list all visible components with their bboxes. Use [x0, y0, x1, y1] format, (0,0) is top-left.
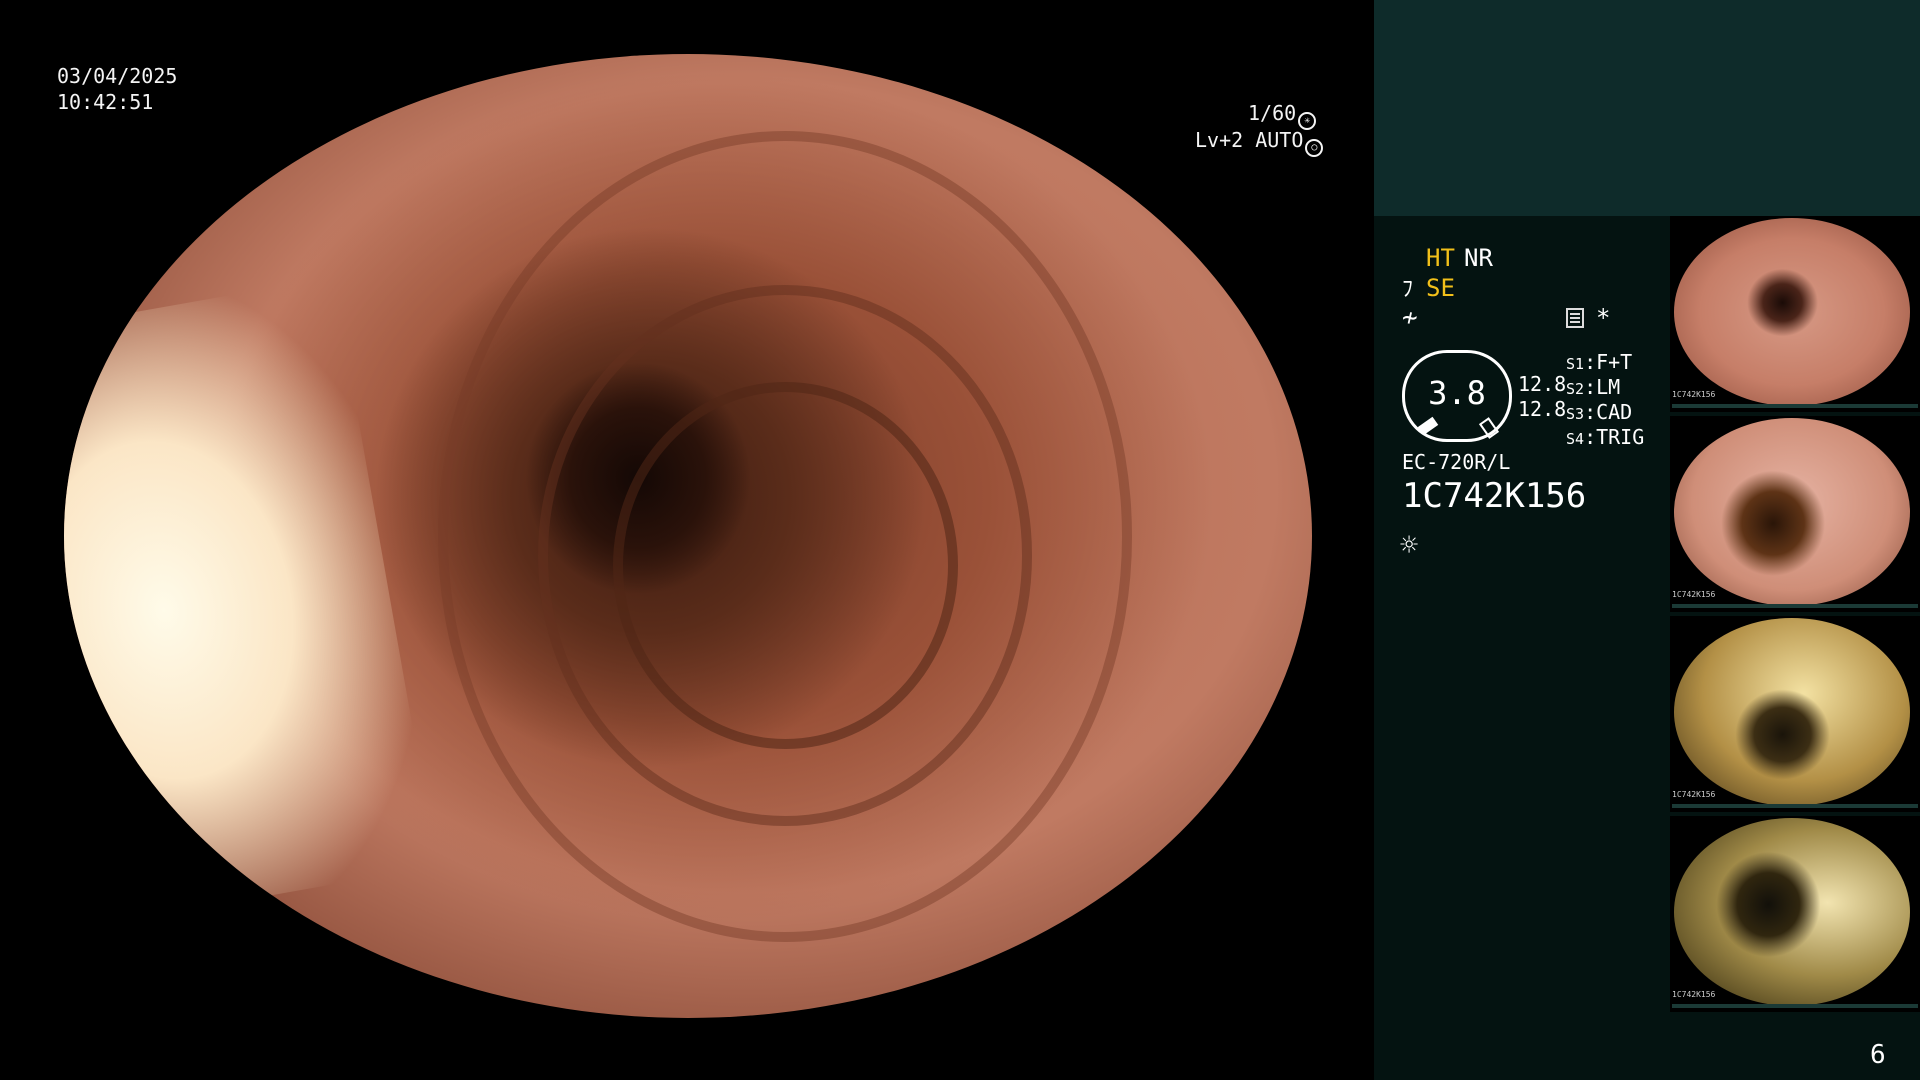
switch-1: S1:F+T	[1566, 350, 1632, 377]
thumbnail-image	[1674, 818, 1910, 1006]
mucosal-fold	[613, 381, 958, 749]
switch-1-key: S1	[1566, 355, 1585, 373]
switch-3-key: S3	[1566, 405, 1585, 423]
shutter-speed: 1/60 ✳	[1248, 100, 1317, 130]
time-display: 10:42:51	[57, 90, 154, 114]
thumbnail-label: 1C742K156	[1672, 390, 1716, 399]
switch-1-value: :F+T	[1584, 350, 1633, 374]
thumbnail[interactable]: 1C742K156	[1670, 616, 1920, 812]
thumbnail[interactable]: 1C742K156	[1670, 416, 1920, 612]
gauge-marker-outline	[1478, 417, 1500, 439]
switch-2: S2:LM	[1566, 375, 1620, 402]
switch-2-key: S2	[1566, 380, 1585, 398]
switch-4: S4:TRIG	[1566, 425, 1644, 452]
freeze-icon: ≁	[1402, 303, 1418, 333]
value-bottom: 12.8	[1518, 397, 1567, 421]
scope-model: EC-720R/L	[1402, 450, 1511, 474]
info-side-panel: HT NR ﾌ SE ≁ * 3.8 12.8 12.8 S1:F+T S2:L…	[1374, 0, 1920, 1080]
thumbnail-bar	[1672, 404, 1918, 408]
thumbnail-image	[1674, 418, 1910, 606]
endoscopic-image	[64, 54, 1312, 1018]
thumbnail[interactable]: 1C742K156	[1670, 216, 1920, 412]
thumbnail-bar	[1672, 804, 1918, 808]
switch-3-value: :CAD	[1584, 400, 1633, 424]
date-display: 03/04/2025	[57, 64, 178, 88]
switch-4-key: S4	[1566, 430, 1585, 448]
switch-2-value: :LM	[1584, 375, 1621, 399]
endoscopy-main-view: 03/04/2025 10:42:51 1/60 ✳ Lv+2 AUTO ○	[0, 0, 1374, 1080]
gauge-marker-filled	[1417, 416, 1439, 436]
thumbnail-bar	[1672, 1004, 1918, 1008]
thumbnail-bar	[1672, 604, 1918, 608]
value-top: 12.8	[1518, 372, 1567, 396]
thumbnail-image	[1674, 618, 1910, 806]
se-indicator: SE	[1426, 274, 1455, 302]
zoom-gauge: 3.8	[1402, 350, 1512, 442]
gauge-value: 3.8	[1428, 374, 1486, 412]
level-value: Lv+2 AUTO	[1195, 128, 1304, 152]
document-icon	[1566, 308, 1584, 328]
scope-serial: 1C742K156	[1402, 476, 1587, 516]
nr-indicator: NR	[1464, 244, 1493, 272]
light-icon: ☼	[1400, 528, 1419, 563]
side-panel-header	[1374, 0, 1920, 216]
shutter-value: 1/60	[1248, 101, 1297, 125]
page-number: 6	[1870, 1040, 1886, 1070]
thumbnail-label: 1C742K156	[1672, 790, 1716, 799]
auto-icon: ○	[1305, 139, 1324, 157]
ht-indicator: HT	[1426, 244, 1455, 272]
star-icon: *	[1596, 304, 1611, 332]
switch-3: S3:CAD	[1566, 400, 1632, 427]
exposure-level: Lv+2 AUTO ○	[1195, 127, 1324, 157]
switch-4-value: :TRIG	[1584, 425, 1645, 449]
thumbnail-label: 1C742K156	[1672, 590, 1716, 599]
scope-icon: ﾌ	[1402, 277, 1414, 302]
thumbnail-image	[1674, 218, 1910, 406]
thumbnail-label: 1C742K156	[1672, 990, 1716, 999]
thumbnail-strip: 1C742K156 1C742K156 1C742K156 1C742K156	[1670, 216, 1920, 1016]
thumbnail[interactable]: 1C742K156	[1670, 816, 1920, 1012]
